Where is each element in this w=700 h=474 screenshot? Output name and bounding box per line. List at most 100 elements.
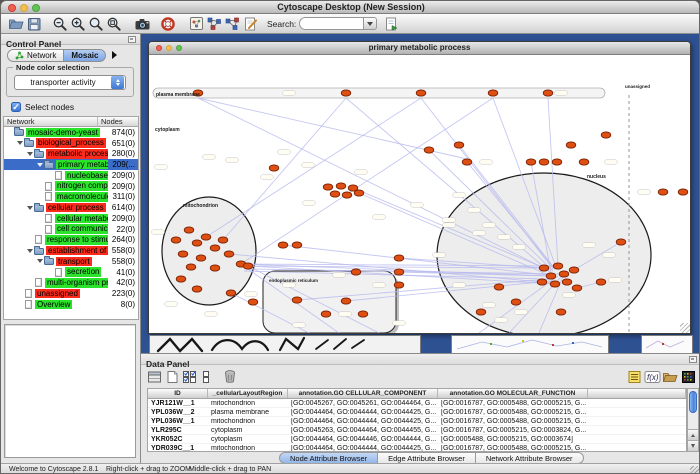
graph-node[interactable] [537,279,547,285]
table-row[interactable]: YKR052Ccytoplasm[GO:0044464, GO:0044446,… [148,435,686,444]
graph-node[interactable] [243,263,253,269]
search-dropdown-button[interactable] [363,17,377,30]
graph-node[interactable] [579,159,589,165]
tab-overflow-arrow[interactable] [112,51,117,59]
graph-node[interactable] [178,251,188,257]
graph-node[interactable] [351,269,361,275]
background-window-fragment[interactable] [149,335,421,353]
graph-node[interactable] [323,184,333,190]
background-window-fragment[interactable] [451,335,609,353]
table-row[interactable]: YJR121W__1mitochondrion[GO:0045267, GO:0… [148,399,686,408]
snapshot-icon[interactable] [133,15,151,33]
graph-node[interactable] [354,190,364,196]
open-folder-icon[interactable] [7,15,25,33]
disclosure-triangle-icon[interactable] [37,259,43,263]
graph-node[interactable] [196,255,206,261]
graph-node[interactable] [210,245,220,251]
graph-node[interactable] [454,142,464,148]
graph-node[interactable] [424,147,434,153]
graph-node[interactable] [556,309,566,315]
tree-row[interactable]: biological_process651(0) [4,138,138,149]
graph-node[interactable] [394,255,404,261]
graph-node[interactable] [566,142,576,148]
vizmapper-icon[interactable] [187,15,205,33]
tree-row[interactable]: primary metabol209(... [4,159,138,170]
tree-row[interactable]: unassigned223(0) [4,288,138,299]
zoom-fit-icon[interactable] [87,15,105,33]
annotation-edit-icon[interactable] [241,15,259,33]
graph-node[interactable] [539,159,549,165]
tree-row[interactable]: multi-organism pro42(0) [4,278,138,289]
network-view-window[interactable]: primary metabolic process plasma membran… [148,41,691,334]
graph-node[interactable] [341,298,351,304]
graph-node[interactable] [192,286,202,292]
attribute-list-icon[interactable] [625,368,643,386]
graph-node[interactable] [210,265,220,271]
graph-node[interactable] [476,309,486,315]
network-canvas[interactable]: plasma membranecytoplasmmitochondrionnuc… [149,55,690,333]
graph-node[interactable] [224,251,234,257]
graph-node[interactable] [186,264,196,270]
tree-row[interactable]: cell communicat22(0) [4,224,138,235]
function-builder-icon[interactable]: f(x) [643,368,661,386]
new-attribute-icon[interactable] [163,368,181,386]
delete-attribute-icon[interactable] [221,368,239,386]
layout-network-2-icon[interactable] [223,15,241,33]
tree-row[interactable]: Overview8(0) [4,299,138,310]
graph-node[interactable] [292,242,302,248]
window-resize-grip[interactable] [680,323,690,333]
graph-node[interactable] [616,239,626,245]
graph-node[interactable] [176,276,186,282]
tree-row[interactable]: secretion41(0) [4,267,138,278]
disclosure-triangle-icon[interactable] [27,206,33,210]
disclosure-triangle-icon[interactable] [27,249,33,253]
save-session-icon[interactable] [25,15,43,33]
table-row[interactable]: YDR039C__1mitochondrion[GO:0044464, GO:0… [148,444,686,452]
graph-node[interactable] [184,227,194,233]
graph-node[interactable] [526,159,536,165]
tab-mosaic[interactable]: Mosaic [64,49,106,62]
column-header[interactable]: annotation.GO MOLECULAR_FUNCTION [438,389,588,398]
select-nodes-checkbox[interactable]: ✓ [11,102,21,112]
graph-node[interactable] [553,263,563,269]
tree-row[interactable]: macromolecule311(0) [4,192,138,203]
table-row[interactable]: YPL036W__1mitochondrion[GO:0044464, GO:0… [148,417,686,426]
birdseye-view[interactable] [4,324,136,458]
graph-node[interactable] [192,240,202,246]
graph-node[interactable] [248,299,258,305]
scroll-down-button[interactable] [688,440,698,451]
graph-node[interactable] [342,192,352,198]
table-row[interactable]: YLR295Ccytoplasm[GO:0045263, GO:0044464,… [148,426,686,435]
float-panel-icon[interactable] [689,356,697,363]
select-all-attributes-icon[interactable] [181,368,199,386]
graph-node[interactable] [321,311,331,317]
column-header[interactable]: ID [148,389,208,398]
zoom-out-icon[interactable] [51,15,69,33]
graph-node[interactable] [562,279,572,285]
tree-row[interactable]: mosaic-demo-yeast874(0) [4,127,138,138]
search-advanced-icon[interactable] [382,15,400,33]
graph-node[interactable] [201,234,211,240]
column-header[interactable]: _cellularLayoutRegion [208,389,288,398]
tree-row[interactable]: transport558(0) [4,256,138,267]
disclosure-triangle-icon[interactable] [17,141,23,145]
graph-node[interactable] [330,191,340,197]
graph-node[interactable] [416,90,426,96]
graph-node[interactable] [596,279,606,285]
tree-row[interactable]: nucleobase-209(0) [4,170,138,181]
zoom-selected-icon[interactable] [105,15,123,33]
disclosure-triangle-icon[interactable] [37,163,43,167]
tree-row[interactable]: cellular metabol209(0) [4,213,138,224]
graph-node[interactable] [341,90,351,96]
graph-node[interactable] [462,159,472,165]
column-header[interactable]: annotation.GO CELLULAR_COMPONENT [288,389,438,398]
graph-node[interactable] [559,271,569,277]
graph-node[interactable] [543,90,553,96]
attribute-matrix-icon[interactable] [679,368,697,386]
graph-node[interactable] [546,273,556,279]
scrollbar-thumb[interactable] [689,391,697,413]
graph-node[interactable] [269,165,279,171]
graph-node[interactable] [278,242,288,248]
graph-node[interactable] [550,281,560,287]
graph-node[interactable] [226,290,236,296]
